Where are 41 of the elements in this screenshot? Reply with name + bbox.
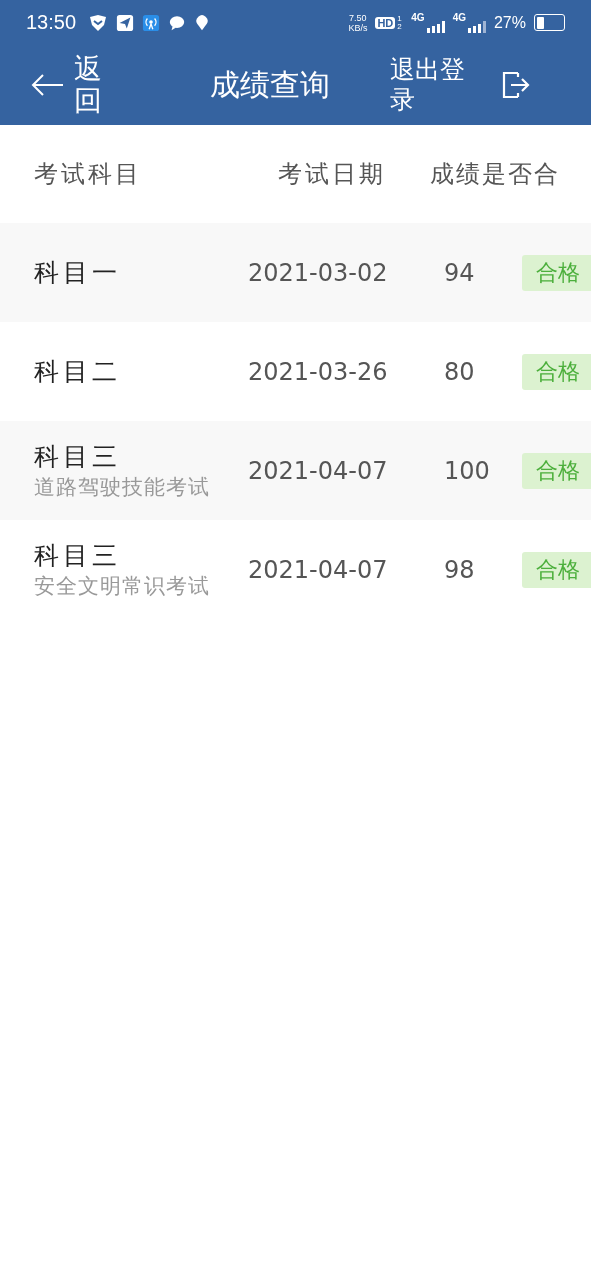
column-header: 成绩是否合 [430, 159, 560, 190]
back-arrow-icon[interactable] [30, 73, 64, 97]
network-label: 4G [411, 12, 425, 23]
location-pin-icon [194, 13, 211, 32]
subject-detail: 道路驾驶技能考试 [34, 474, 211, 501]
logout-icon[interactable] [502, 71, 530, 99]
exam-date: 2021-03-26 [248, 357, 389, 386]
result-badge: 合格 [522, 353, 591, 390]
exam-score: 80 [444, 357, 476, 386]
battery-percent: 27% [493, 13, 526, 32]
result-badge: 合格 [522, 254, 591, 291]
result-badge: 合格 [522, 551, 591, 588]
chat-bubble-icon [168, 13, 187, 32]
signal-icon [467, 21, 486, 33]
sim-label: 1 2 [397, 14, 403, 31]
status-time: 13:50 [26, 11, 77, 34]
exam-date: 2021-04-07 [248, 555, 389, 584]
hd-badge: HD [375, 16, 396, 29]
exam-date: 2021-04-07 [248, 456, 389, 485]
column-header: 考试科目 [34, 159, 143, 190]
logout-button[interactable]: 退出登录 [390, 55, 486, 115]
network-speed: 7.50 KB/s [348, 12, 368, 33]
signal-icon [426, 21, 445, 33]
shield-icon [88, 12, 109, 33]
subject-detail: 安全文明常识考试 [34, 573, 211, 600]
exam-score: 98 [444, 555, 476, 584]
subject-name: 科目三 [34, 441, 122, 473]
hotspot-icon [142, 13, 161, 32]
exam-date: 2021-03-02 [248, 258, 389, 287]
exam-score: 94 [444, 258, 476, 287]
back-button[interactable]: 返回 [30, 52, 102, 118]
result-badge: 合格 [522, 452, 591, 489]
battery-icon [534, 14, 565, 31]
subject-name: 科目二 [34, 356, 122, 388]
exam-score: 100 [444, 456, 491, 485]
subject-name: 科目一 [34, 257, 122, 289]
column-header: 考试日期 [278, 159, 387, 190]
subject-name: 科目三 [34, 540, 122, 572]
paper-plane-icon [116, 13, 135, 32]
network-label: 4G [452, 12, 466, 23]
page-title: 成绩查询 [210, 65, 330, 104]
